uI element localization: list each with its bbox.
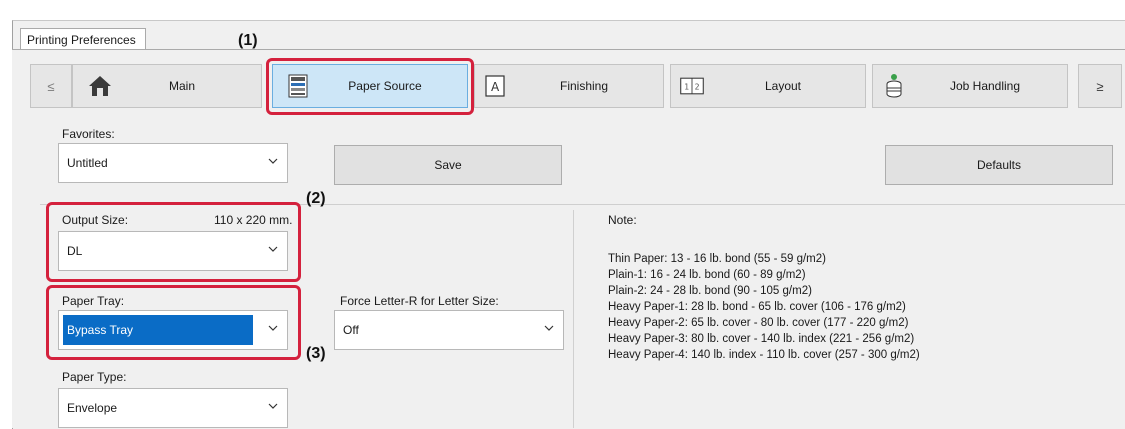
chevron-down-icon: [544, 325, 554, 331]
callout-label-3: (3): [306, 345, 326, 362]
tab-printing-preferences[interactable]: Printing Preferences: [20, 28, 146, 50]
nav-layout-label: Layout: [764, 79, 802, 93]
force-letter-select[interactable]: Off: [334, 310, 564, 350]
favorites-value: Untitled: [67, 156, 108, 170]
note-divider: [573, 210, 574, 428]
nav-main-button[interactable]: Main: [72, 64, 262, 108]
note-line: Plain-1: 16 - 24 lb. bond (60 - 89 g/m2): [608, 269, 806, 281]
paper-type-select[interactable]: Envelope: [58, 388, 288, 428]
callout-box-3: [46, 285, 301, 360]
nav-job-handling-button[interactable]: Job Handling: [872, 64, 1068, 108]
favorites-select[interactable]: Untitled: [58, 143, 288, 183]
nav-finishing-label: Finishing: [559, 79, 609, 93]
force-letter-label: Force Letter-R for Letter Size:: [340, 294, 499, 308]
chevron-down-icon: [268, 403, 278, 409]
defaults-button[interactable]: Defaults: [885, 145, 1113, 185]
save-button[interactable]: Save: [334, 145, 562, 185]
paper-type-label: Paper Type:: [62, 370, 127, 384]
note-line: Heavy Paper-3: 80 lb. cover - 140 lb. in…: [608, 333, 915, 345]
note-line: Plain-2: 24 - 28 lb. bond (90 - 105 g/m2…: [608, 285, 812, 297]
nav-layout-button[interactable]: 1 2 Layout: [670, 64, 866, 108]
force-letter-value: Off: [343, 323, 359, 337]
callout-box-1: [266, 58, 474, 115]
nav-finishing-button[interactable]: A Finishing: [474, 64, 664, 108]
callout-label-2: (2): [306, 190, 326, 207]
nav-prev-button[interactable]: ≤: [30, 64, 72, 108]
nav-main-label: Main: [168, 79, 195, 93]
favorites-label: Favorites:: [62, 127, 115, 141]
nav-next-button[interactable]: ≥: [1078, 64, 1122, 108]
callout-box-2: [46, 202, 301, 282]
callout-label-1: (1): [238, 32, 258, 49]
note-line: Heavy Paper-4: 140 lb. index - 110 lb. c…: [608, 349, 920, 361]
note-line: Heavy Paper-1: 28 lb. bond - 65 lb. cove…: [608, 301, 906, 313]
chevron-down-icon: [268, 158, 278, 164]
note-line: Thin Paper: 13 - 16 lb. bond (55 - 59 g/…: [608, 253, 826, 265]
paper-type-value: Envelope: [67, 401, 118, 415]
note-title: Note:: [608, 213, 637, 227]
nav-job-handling-label: Job Handling: [949, 79, 1021, 93]
note-line: Heavy Paper-2: 65 lb. cover - 80 lb. cov…: [608, 317, 909, 329]
